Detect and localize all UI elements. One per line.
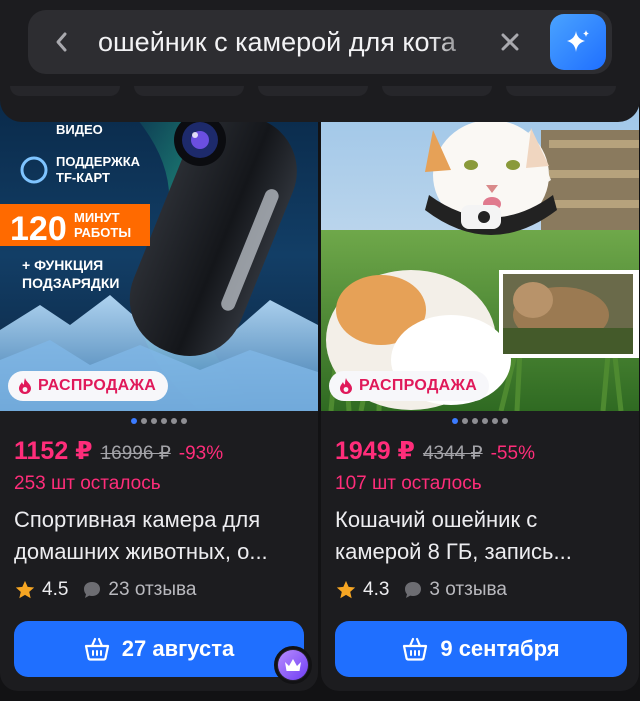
- carousel-dot: [482, 418, 488, 424]
- carousel-dot: [502, 418, 508, 424]
- current-price: 1152 ₽: [14, 437, 93, 465]
- sale-badge-label: РАСПРОДАЖА: [38, 377, 157, 394]
- svg-text:МИНУТ: МИНУТ: [74, 210, 120, 225]
- product-title-line: Кошачий ошейник с: [335, 507, 538, 532]
- fire-icon: [340, 378, 352, 394]
- delivery-date-label: 9 сентября: [440, 636, 560, 661]
- search-header: ошейник с камерой для кота: [0, 0, 640, 122]
- carousel-dot: [492, 418, 498, 424]
- reviews-count[interactable]: 23 отзыва: [108, 579, 196, 601]
- sale-badge: РАСПРОДАЖА: [8, 371, 169, 401]
- crown-icon: [278, 650, 308, 680]
- stock-remaining: 107 шт осталось: [335, 473, 482, 494]
- filter-chip[interactable]: [506, 86, 616, 96]
- carousel-dot: [181, 418, 187, 424]
- photo-carousel-dots[interactable]: [321, 418, 639, 424]
- chevron-left-icon: [56, 32, 67, 52]
- shopping-basket-icon: [403, 637, 428, 661]
- reviews-count[interactable]: 3 отзыва: [429, 579, 507, 601]
- carousel-dot: [131, 418, 137, 424]
- sale-badge-label: РАСПРОДАЖА: [359, 377, 478, 394]
- carousel-dot: [472, 418, 478, 424]
- svg-text:ВИДЕО: ВИДЕО: [56, 122, 103, 137]
- svg-text:TF-КАРТ: TF-КАРТ: [56, 170, 110, 185]
- product-photo[interactable]: РАЗРЕШЕНИЕ ВИДЕО ПОДДЕРЖКА TF-КАРТ 120 М…: [0, 100, 318, 411]
- comment-icon: [84, 582, 101, 598]
- svg-text:ПОДДЕРЖКА: ПОДДЕРЖКА: [56, 154, 141, 169]
- svg-text:120: 120: [10, 210, 67, 248]
- filter-chip[interactable]: [134, 86, 244, 96]
- product-title[interactable]: Спортивная камера для домашних животных,…: [14, 504, 308, 568]
- close-icon: [501, 33, 519, 51]
- sparkles-icon: [567, 30, 589, 52]
- old-price: 4344 ₽: [422, 443, 483, 464]
- stock-remaining: 253 шт осталось: [14, 473, 161, 494]
- back-button[interactable]: [42, 22, 82, 62]
- product-photo[interactable]: РАСПРОДАЖА: [321, 100, 639, 411]
- rating-value: 4.5: [42, 579, 69, 600]
- carousel-dot: [462, 418, 468, 424]
- svg-text:ПОДЗАРЯДКИ: ПОДЗАРЯДКИ: [22, 275, 119, 291]
- star-icon: [15, 580, 35, 599]
- product-title-line: домашних животных, о...: [14, 539, 268, 564]
- carousel-dot: [171, 418, 177, 424]
- search-bar: ошейник с камерой для кота: [28, 10, 612, 74]
- rating-row: 4.5 23 отзыва: [14, 577, 197, 603]
- star-icon: [336, 580, 356, 599]
- fire-icon: [19, 378, 31, 394]
- old-price: 16996 ₽: [100, 443, 171, 464]
- current-price: 1949 ₽: [335, 437, 415, 465]
- product-title-line: Спортивная камера для: [14, 507, 261, 532]
- filter-chip[interactable]: [10, 86, 120, 96]
- photo-carousel-dots[interactable]: [0, 418, 318, 424]
- product-title-line: камерой 8 ГБ, запись...: [335, 539, 572, 564]
- product-image-cat-collar: [321, 100, 639, 411]
- product-card[interactable]: РАЗРЕШЕНИЕ ВИДЕО ПОДДЕРЖКА TF-КАРТ 120 М…: [0, 100, 318, 691]
- ai-search-button[interactable]: [550, 14, 606, 70]
- price-row: 1152 ₽ 16996 ₽ -93%: [14, 436, 223, 466]
- product-card[interactable]: РАСПРОДАЖА 1949 ₽ 4344 ₽ -55% 107 шт ост…: [321, 100, 639, 691]
- discount-percent: -55%: [490, 443, 535, 464]
- filter-chip[interactable]: [258, 86, 368, 96]
- comment-icon: [405, 582, 422, 598]
- svg-text:РАБОТЫ: РАБОТЫ: [74, 225, 131, 240]
- carousel-dot: [161, 418, 167, 424]
- carousel-dot: [151, 418, 157, 424]
- delivery-date-button[interactable]: 27 августа: [14, 621, 304, 677]
- search-input[interactable]: ошейник с камерой для кота: [98, 24, 488, 60]
- filter-chip[interactable]: [382, 86, 492, 96]
- delivery-date-button[interactable]: 9 сентября: [335, 621, 627, 677]
- premium-badge[interactable]: [274, 646, 312, 684]
- filter-chips-row: [0, 86, 640, 96]
- delivery-date-label: 27 августа: [121, 636, 235, 661]
- product-image-action-camera: РАЗРЕШЕНИЕ ВИДЕО ПОДДЕРЖКА TF-КАРТ 120 М…: [0, 100, 318, 411]
- rating-row: 4.3 3 отзыва: [335, 577, 507, 603]
- carousel-dot: [141, 418, 147, 424]
- svg-text:+ ФУНКЦИЯ: + ФУНКЦИЯ: [22, 257, 103, 273]
- discount-percent: -93%: [178, 443, 224, 464]
- sale-badge: РАСПРОДАЖА: [329, 371, 490, 401]
- product-title[interactable]: Кошачий ошейник с камерой 8 ГБ, запись..…: [335, 504, 629, 568]
- shopping-basket-icon: [84, 637, 109, 661]
- price-row: 1949 ₽ 4344 ₽ -55%: [335, 436, 535, 466]
- rating-value: 4.3: [363, 579, 390, 600]
- clear-search-button[interactable]: [490, 22, 530, 62]
- carousel-dot: [452, 418, 458, 424]
